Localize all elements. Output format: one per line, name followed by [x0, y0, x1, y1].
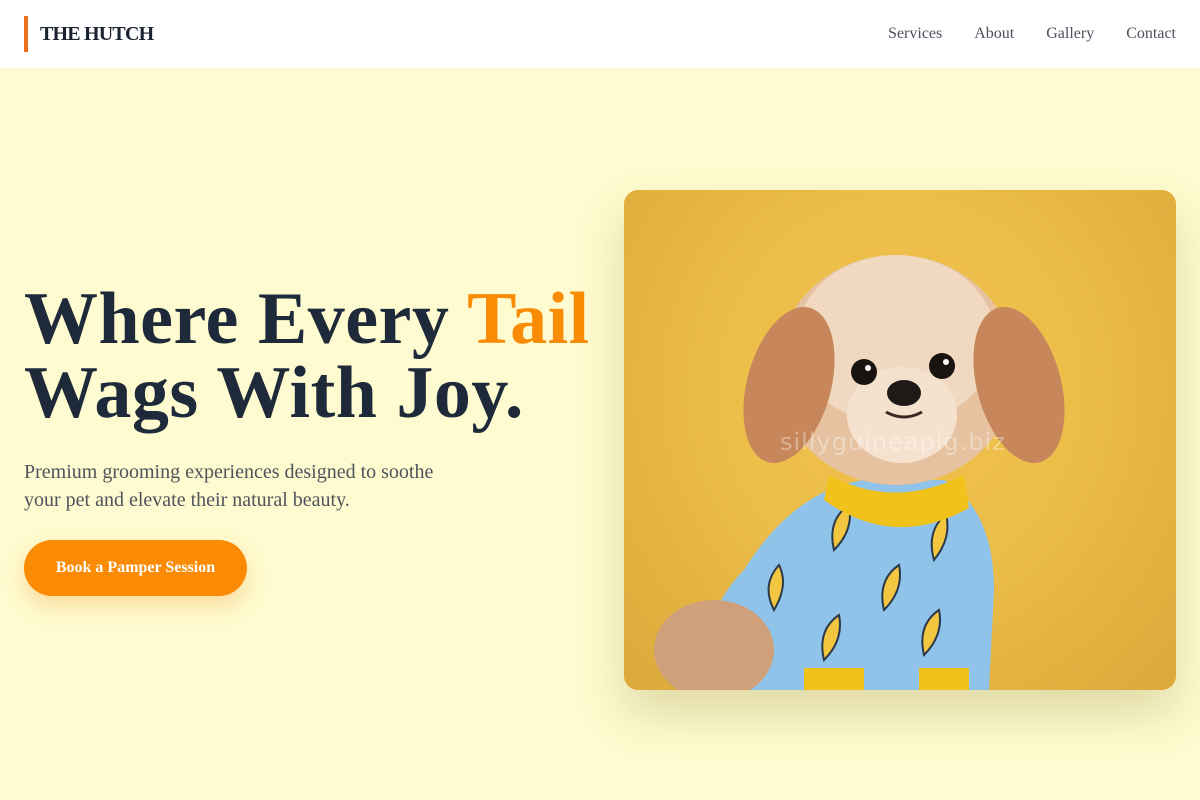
nav-link-contact[interactable]: Contact — [1126, 25, 1176, 43]
nav-link-gallery[interactable]: Gallery — [1046, 25, 1094, 43]
site-header: THE HUTCH Services About Gallery Contact — [0, 0, 1200, 68]
brand-name: THE HUTCH — [40, 22, 154, 45]
headline-accent: Tail — [467, 278, 590, 360]
headline-line2: Wags With Joy. — [24, 352, 524, 434]
book-session-button[interactable]: Book a Pamper Session — [24, 540, 247, 596]
main-nav: Services About Gallery Contact — [888, 25, 1176, 43]
hero-copy: Where Every Tail Wags With Joy. Premium … — [24, 282, 604, 514]
hero-headline: Where Every Tail Wags With Joy. — [24, 282, 604, 430]
nav-link-about[interactable]: About — [974, 25, 1014, 43]
photo-watermark: sillyguineapig.biz — [780, 428, 1006, 456]
nav-link-services[interactable]: Services — [888, 25, 942, 43]
headline-part1: Where Every — [24, 278, 468, 360]
hero-subhead: Premium grooming experiences designed to… — [24, 461, 434, 511]
brand-logo[interactable]: THE HUTCH — [24, 16, 154, 52]
hero-photo: sillyguineapig.biz — [624, 190, 1176, 690]
